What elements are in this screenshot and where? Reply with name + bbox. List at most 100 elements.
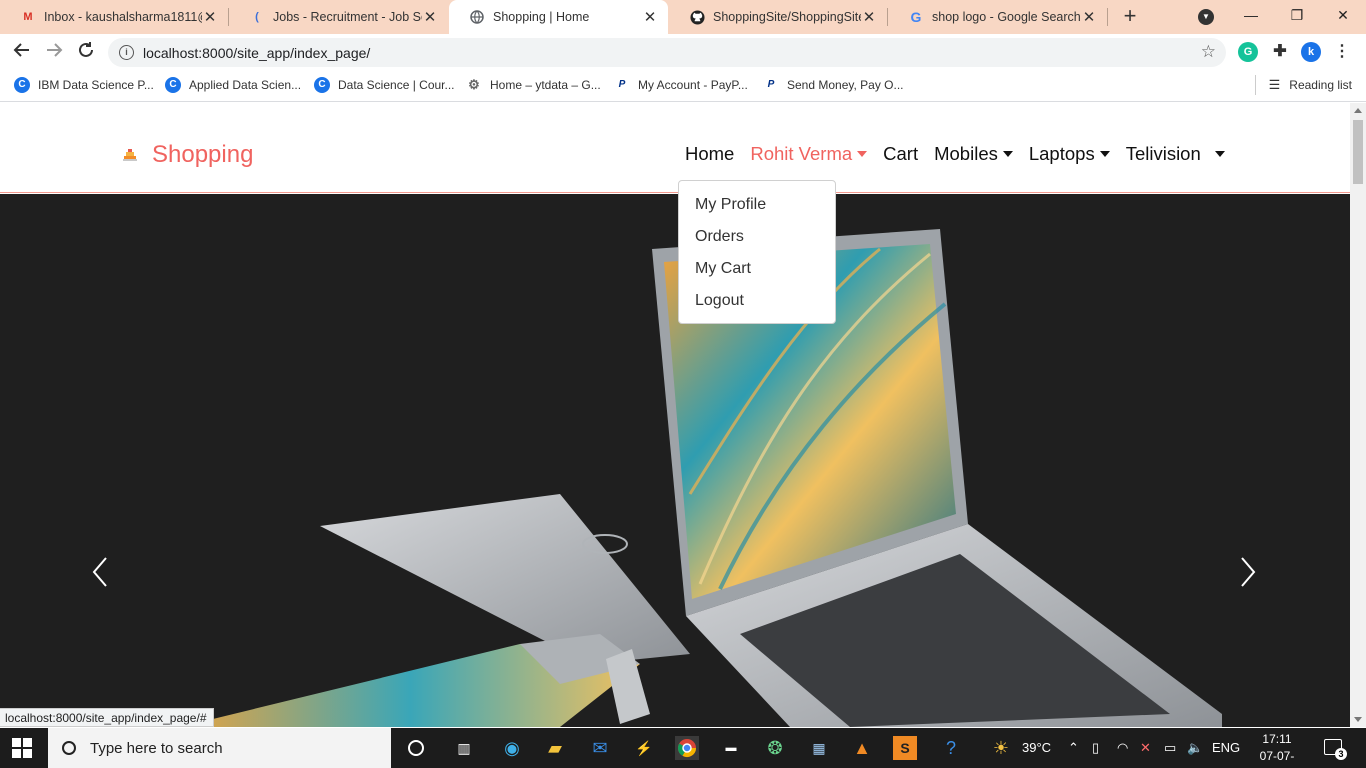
- bookmark-item[interactable]: ⚙ Home – ytdata – G...: [466, 77, 601, 93]
- brand-link[interactable]: Shopping: [122, 141, 253, 169]
- bookmark-star-icon[interactable]: ☆: [1201, 42, 1216, 62]
- tab-search-icon[interactable]: ▼: [1198, 9, 1214, 25]
- tab-gmail[interactable]: M Inbox - kaushalsharma1811@ ✕: [0, 0, 228, 34]
- clock[interactable]: 17:11 07-07-2021: [1252, 731, 1302, 768]
- brand-name: Shopping: [152, 141, 254, 168]
- reload-icon[interactable]: [74, 41, 98, 65]
- temperature: 39°C: [1022, 740, 1052, 755]
- close-tab-icon[interactable]: ✕: [1081, 8, 1097, 26]
- close-tab-icon[interactable]: ✕: [642, 8, 658, 26]
- wifi-icon[interactable]: ◠: [1117, 740, 1128, 756]
- divider: [1254, 75, 1256, 95]
- extensions-puzzle-icon[interactable]: ✚: [1270, 42, 1290, 62]
- address-bar[interactable]: i localhost:8000/site_app/index_page/ ☆: [108, 38, 1226, 67]
- search-placeholder: Type here to search: [90, 739, 223, 757]
- tray-chevron-icon[interactable]: ⌃: [1068, 740, 1079, 756]
- windows-start-icon[interactable]: [12, 738, 32, 758]
- terminal-icon[interactable]: ▬: [719, 736, 743, 760]
- tab-github[interactable]: ShoppingSite/ShoppingSite/s ✕: [669, 0, 887, 34]
- nav-television-dropdown[interactable]: Telivision: [1126, 143, 1225, 165]
- menu-item-my-cart[interactable]: My Cart: [679, 257, 835, 289]
- site-info-icon[interactable]: i: [119, 45, 134, 60]
- close-tab-icon[interactable]: ✕: [202, 8, 218, 26]
- cortana-icon[interactable]: [404, 736, 428, 760]
- network-error-icon[interactable]: ✕: [1140, 740, 1151, 756]
- tab-strip: M Inbox - kaushalsharma1811@ ✕ ( Jobs - …: [0, 0, 1366, 34]
- close-tab-icon[interactable]: ✕: [422, 8, 438, 26]
- bookmark-item[interactable]: C IBM Data Science P...: [14, 77, 154, 93]
- bookmark-item[interactable]: C Applied Data Scien...: [165, 77, 301, 93]
- weather-icon[interactable]: ☀: [989, 736, 1013, 760]
- nav-user-dropdown[interactable]: Rohit Verma: [750, 143, 868, 165]
- reading-list-icon: ☰: [1268, 77, 1281, 92]
- caret-down-icon: [1099, 151, 1110, 157]
- grammarly-icon[interactable]: G: [1238, 42, 1258, 62]
- nav-cart[interactable]: Cart: [883, 143, 918, 165]
- minimize-icon[interactable]: —: [1228, 0, 1274, 32]
- window-close-icon[interactable]: ✕: [1320, 0, 1366, 32]
- menu-item-my-profile[interactable]: My Profile: [679, 193, 835, 225]
- site-navbar: Shopping Home Rohit Verma Cart Mobiles L…: [0, 103, 1350, 193]
- new-tab-button[interactable]: +: [1118, 5, 1142, 29]
- carousel-prev-icon[interactable]: [86, 552, 116, 592]
- nav-label: Mobiles: [934, 143, 998, 164]
- bookmark-item[interactable]: P My Account - PayP...: [614, 77, 748, 93]
- menu-kebab-icon[interactable]: ⋮: [1332, 42, 1352, 62]
- nav-label: Home: [685, 143, 735, 164]
- nav-home[interactable]: Home: [685, 143, 734, 165]
- notification-icon[interactable]: 3: [1324, 739, 1347, 760]
- scroll-down-icon[interactable]: [1354, 717, 1362, 722]
- windows-taskbar: Type here to search ▥ ◉ ▰ ✉ ⚡ ▬ ❂ ▦ ▲ S …: [0, 728, 1366, 768]
- tab-shopping-home[interactable]: Shopping | Home ✕: [449, 0, 668, 34]
- bookmark-item[interactable]: P Send Money, Pay O...: [763, 77, 904, 93]
- tab-title: ShoppingSite/ShoppingSite/s: [713, 10, 861, 24]
- caret-down-icon: [1214, 151, 1225, 157]
- tray-device-icon[interactable]: ▯: [1092, 740, 1099, 756]
- nav-mobiles-dropdown[interactable]: Mobiles: [934, 143, 1013, 165]
- tab-title: Inbox - kaushalsharma1811@: [44, 10, 202, 24]
- page-scrollbar[interactable]: [1350, 103, 1366, 727]
- profile-avatar[interactable]: k: [1301, 42, 1321, 62]
- app-atom-icon[interactable]: ❂: [763, 736, 787, 760]
- calculator-icon[interactable]: ▦: [807, 736, 831, 760]
- url-text: localhost:8000/site_app/index_page/: [143, 44, 371, 61]
- file-explorer-icon[interactable]: ▰: [543, 736, 567, 760]
- hero-carousel: [0, 194, 1350, 727]
- app-bolt-icon[interactable]: ⚡: [632, 736, 656, 760]
- clock-time: 17:11: [1262, 732, 1292, 746]
- help-icon[interactable]: ?: [939, 736, 963, 760]
- edge-icon[interactable]: ◉: [500, 736, 524, 760]
- reading-list-button[interactable]: ☰ Reading list: [1254, 75, 1352, 95]
- language-indicator[interactable]: ENG: [1212, 740, 1240, 755]
- tab-google-search[interactable]: G shop logo - Google Search ✕: [888, 0, 1107, 34]
- menu-item-logout[interactable]: Logout: [679, 289, 835, 321]
- menu-item-orders[interactable]: Orders: [679, 225, 835, 257]
- laptop-product-image: [180, 229, 1222, 727]
- bookmark-label: Data Science | Cour...: [338, 78, 455, 92]
- notification-badge: 3: [1335, 748, 1347, 760]
- coursera-icon: C: [165, 77, 181, 93]
- nav-laptops-dropdown[interactable]: Laptops: [1029, 143, 1110, 165]
- volume-icon[interactable]: 🔈: [1187, 740, 1203, 756]
- mail-icon[interactable]: ✉: [588, 736, 612, 760]
- forward-icon[interactable]: [42, 41, 66, 65]
- caret-down-icon: [857, 151, 868, 157]
- carousel-next-icon[interactable]: [1232, 552, 1262, 592]
- restore-icon[interactable]: ❐: [1274, 0, 1320, 32]
- chrome-icon[interactable]: [675, 736, 699, 760]
- bookmarks-bar: C IBM Data Science P... C Applied Data S…: [0, 71, 1366, 102]
- task-view-icon[interactable]: ▥: [452, 736, 476, 760]
- nav-label: Rohit Verma: [750, 143, 853, 164]
- back-icon[interactable]: [10, 41, 34, 65]
- battery-icon[interactable]: ▭: [1164, 740, 1176, 756]
- taskbar-search-box[interactable]: Type here to search: [48, 728, 391, 768]
- scrollbar-thumb[interactable]: [1353, 120, 1363, 184]
- vlc-icon[interactable]: ▲: [850, 736, 874, 760]
- tab-jobs[interactable]: ( Jobs - Recruitment - Job Sear ✕: [229, 0, 448, 34]
- shop-logo-icon: [123, 149, 137, 161]
- close-tab-icon[interactable]: ✕: [861, 8, 877, 26]
- bookmark-item[interactable]: C Data Science | Cour...: [314, 77, 455, 93]
- user-dropdown-menu: My Profile Orders My Cart Logout: [678, 180, 836, 324]
- scroll-up-icon[interactable]: [1354, 108, 1362, 113]
- sublime-icon[interactable]: S: [893, 736, 917, 760]
